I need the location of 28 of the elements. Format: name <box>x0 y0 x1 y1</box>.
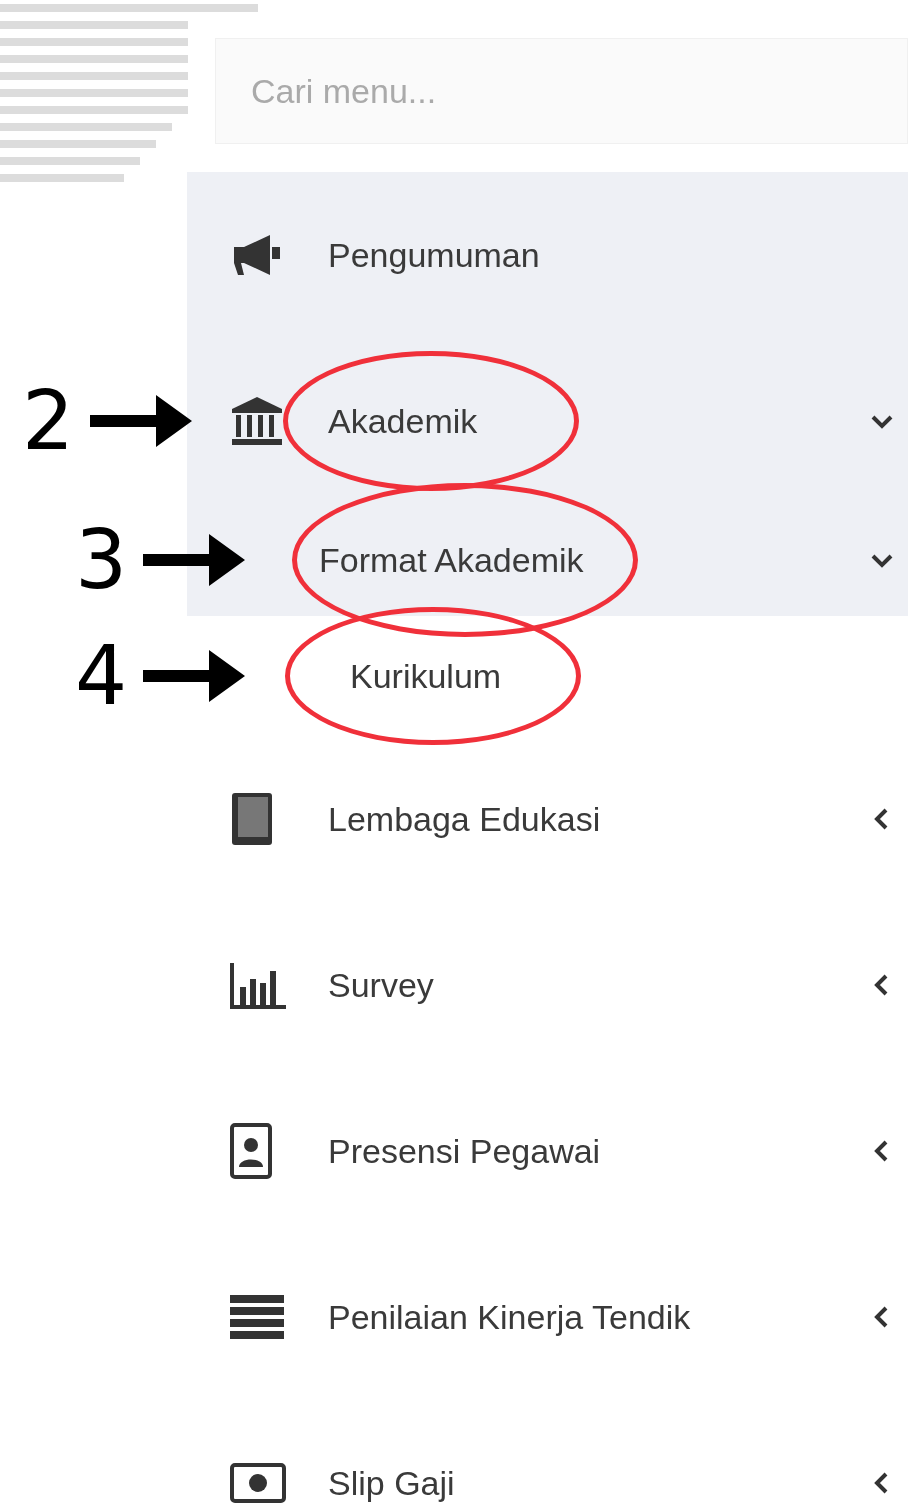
menu-item[interactable]: Kurikulum <box>187 616 908 736</box>
menu-icon <box>230 1295 284 1339</box>
annotation-number: 3 <box>75 519 128 601</box>
menu-label: Kurikulum <box>350 656 502 696</box>
id-badge-icon <box>230 1123 272 1179</box>
menu-item[interactable]: Lembaga Edukasi <box>187 736 908 902</box>
menu-item[interactable]: Presensi Pegawai <box>187 1068 908 1234</box>
menu-item[interactable]: Survey <box>187 902 908 1068</box>
menu-label: Lembaga Edukasi <box>328 799 601 839</box>
menu-label: Survey <box>328 965 434 1005</box>
menu-item[interactable]: Akademik <box>187 338 908 504</box>
annotation-number: 4 <box>75 635 128 717</box>
menu-label: Format Akademik <box>319 540 584 580</box>
search-field[interactable]: Cari menu... <box>215 38 908 144</box>
menu-item[interactable]: Pengumuman <box>187 172 908 338</box>
annotation-number: 2 <box>22 380 75 462</box>
menu-item[interactable]: Penilaian Kinerja Tendik <box>187 1234 908 1400</box>
menu-label: Presensi Pegawai <box>328 1131 601 1171</box>
book-icon <box>230 791 274 847</box>
menu-label: Slip Gaji <box>328 1463 455 1503</box>
menu-label: Pengumuman <box>328 235 540 275</box>
menu-label: Penilaian Kinerja Tendik <box>328 1297 691 1337</box>
menu-label: Akademik <box>328 401 478 441</box>
menu-item[interactable]: Slip Gaji <box>187 1400 908 1506</box>
bank-icon <box>230 395 284 447</box>
menu-item[interactable]: Format Akademik <box>187 504 908 616</box>
bar-chart-icon <box>230 961 288 1009</box>
banknote-icon <box>230 1463 286 1503</box>
